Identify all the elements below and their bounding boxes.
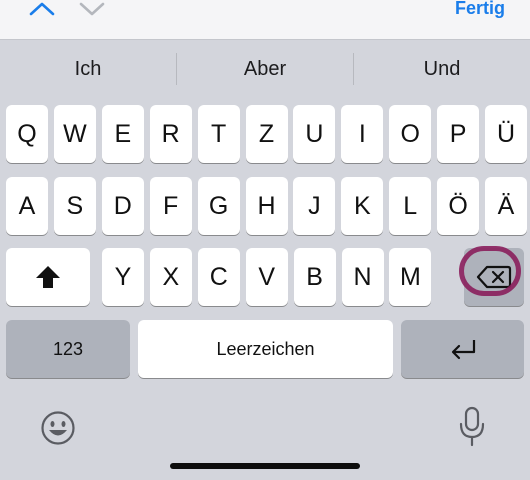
key-p[interactable]: P <box>437 105 480 163</box>
key-u[interactable]: U <box>293 105 336 163</box>
key-m[interactable]: M <box>389 248 432 306</box>
key-ü[interactable]: Ü <box>485 105 527 163</box>
key-ö[interactable]: Ö <box>437 177 480 235</box>
next-field-button[interactable] <box>72 0 112 20</box>
microphone-icon <box>459 406 485 447</box>
key-g[interactable]: G <box>197 177 240 235</box>
suggestion-bar: Ich Aber Und <box>0 40 530 98</box>
key-q[interactable]: Q <box>6 105 48 163</box>
space-key[interactable]: Leerzeichen <box>138 320 393 378</box>
key-t[interactable]: T <box>197 105 240 163</box>
suggestion-2[interactable]: Aber <box>177 40 353 98</box>
key-ä[interactable]: Ä <box>485 177 527 235</box>
chevron-up-icon <box>29 2 55 16</box>
previous-field-button[interactable] <box>22 0 62 20</box>
key-s[interactable]: S <box>53 177 96 235</box>
key-k[interactable]: K <box>341 177 384 235</box>
return-arrow-icon <box>451 340 475 360</box>
key-i[interactable]: I <box>341 105 384 163</box>
shift-key[interactable] <box>6 248 90 306</box>
return-key[interactable] <box>401 320 524 378</box>
emoji-button[interactable] <box>40 410 76 451</box>
shift-arrow-icon <box>36 266 60 288</box>
key-n[interactable]: N <box>341 248 384 306</box>
key-c[interactable]: C <box>197 248 240 306</box>
key-w[interactable]: W <box>53 105 96 163</box>
numbers-key[interactable]: 123 <box>6 320 130 378</box>
key-o[interactable]: O <box>389 105 432 163</box>
home-indicator <box>170 463 360 469</box>
key-f[interactable]: F <box>149 177 192 235</box>
keyboard-toolbar: Fertig <box>0 0 530 40</box>
backspace-icon <box>476 265 512 289</box>
key-y[interactable]: Y <box>102 248 144 306</box>
delete-key[interactable] <box>464 248 524 306</box>
key-d[interactable]: D <box>101 177 144 235</box>
dictation-button[interactable] <box>457 406 487 453</box>
key-r[interactable]: R <box>149 105 192 163</box>
key-x[interactable]: X <box>149 248 192 306</box>
key-h[interactable]: H <box>245 177 288 235</box>
key-b[interactable]: B <box>293 248 336 306</box>
key-e[interactable]: E <box>101 105 144 163</box>
key-l[interactable]: L <box>389 177 432 235</box>
key-a[interactable]: A <box>6 177 48 235</box>
key-z[interactable]: Z <box>245 105 288 163</box>
emoji-face-icon <box>41 411 75 445</box>
suggestion-1[interactable]: Ich <box>0 40 176 98</box>
done-button[interactable]: Fertig <box>455 0 505 19</box>
key-v[interactable]: V <box>245 248 288 306</box>
key-j[interactable]: J <box>293 177 336 235</box>
suggestion-3[interactable]: Und <box>354 40 530 98</box>
chevron-down-icon <box>79 2 105 16</box>
